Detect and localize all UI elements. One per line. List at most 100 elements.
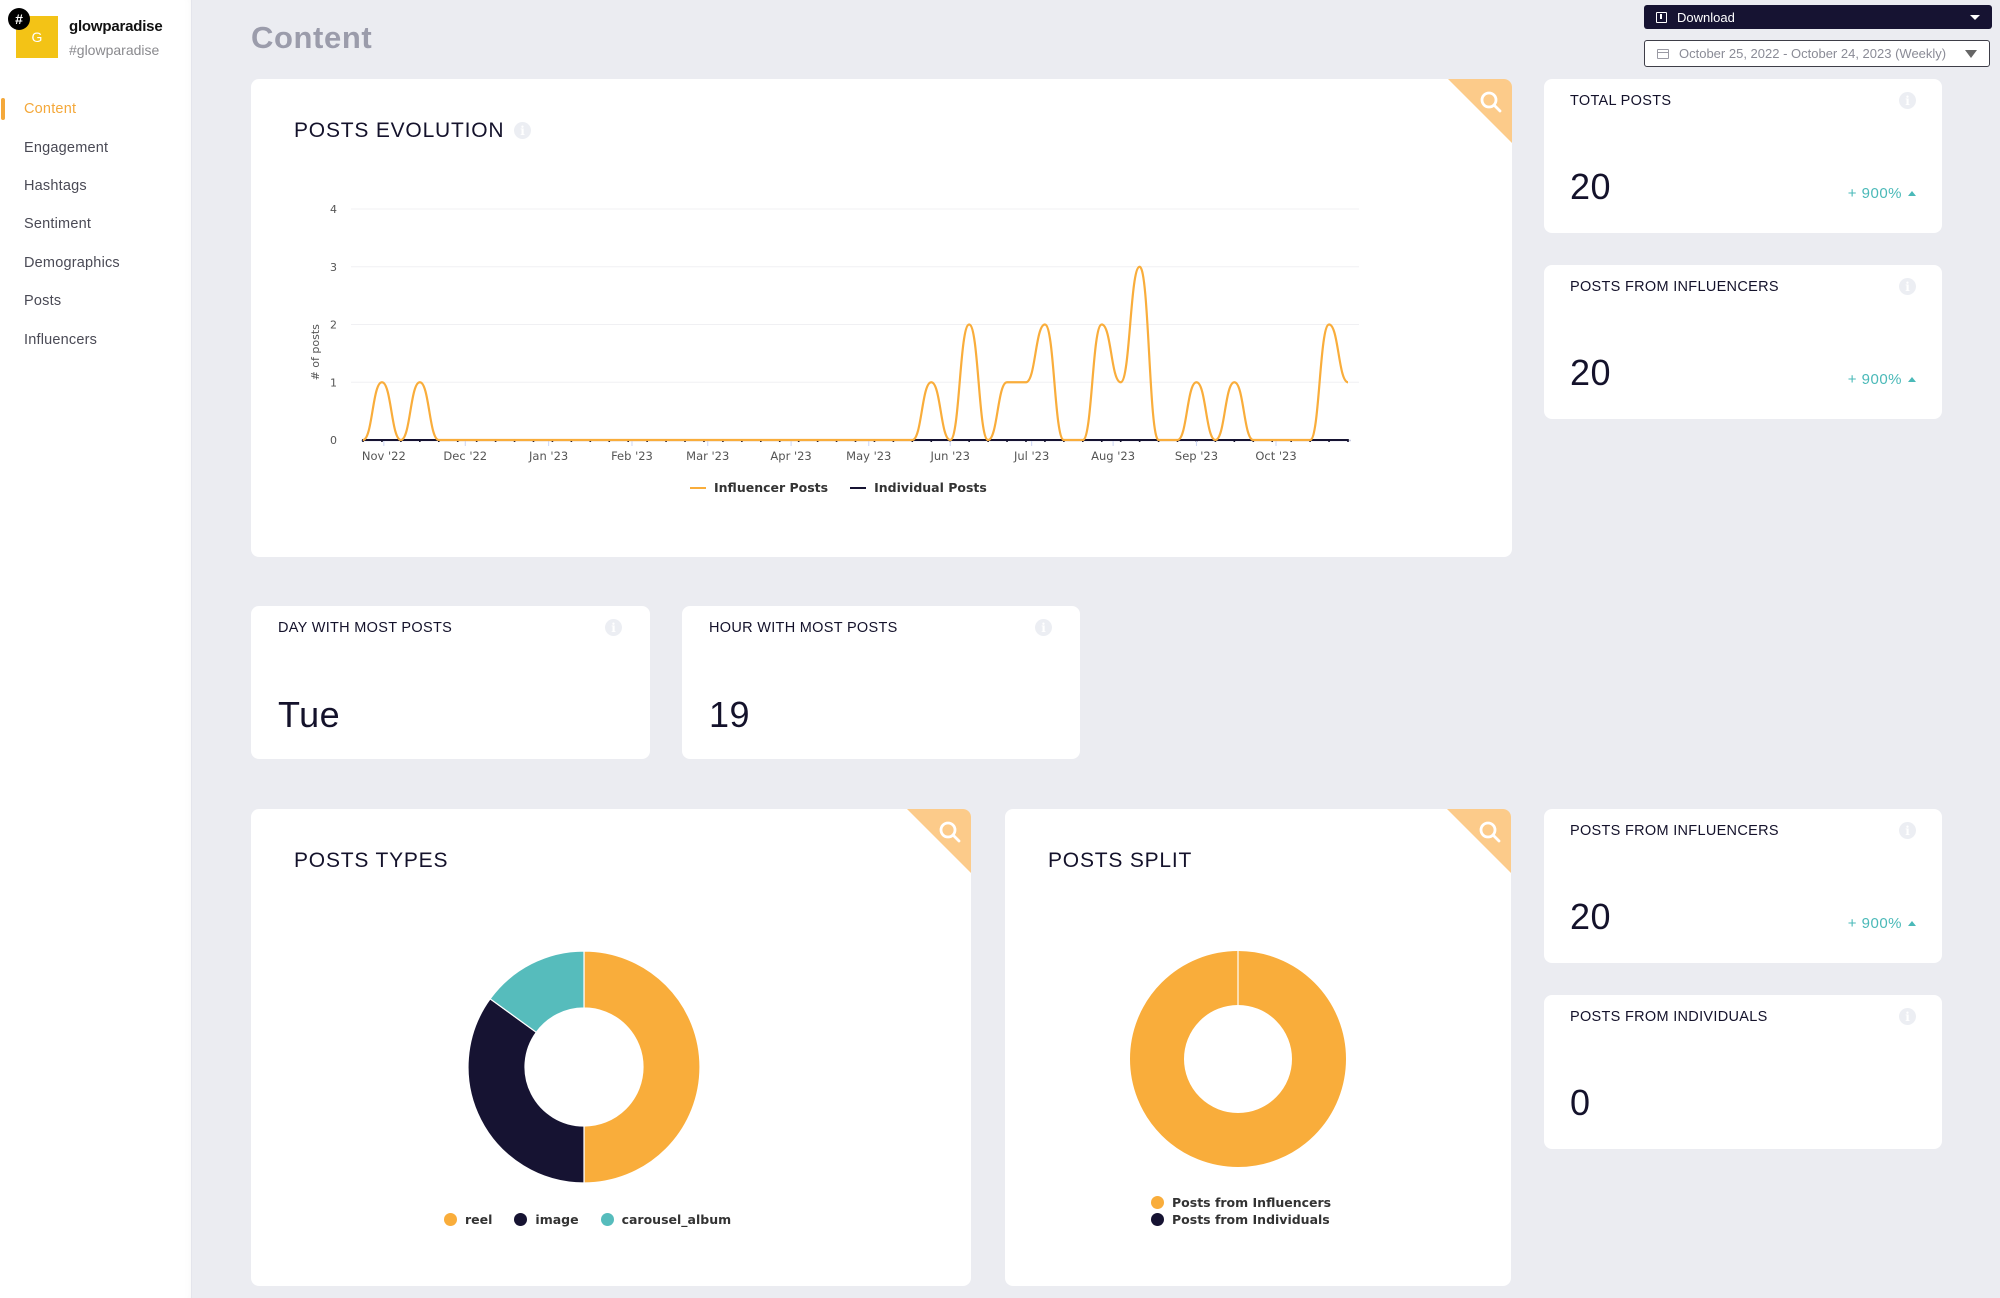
legend-label: Posts from Influencers: [1172, 1195, 1332, 1210]
sidebar-item-engagement[interactable]: Engagement: [0, 128, 192, 166]
x-tick-label: Sep '23: [1175, 449, 1218, 463]
kpi-title: TOTAL POSTS: [1570, 93, 1672, 109]
kpi-change-value: + 900%: [1847, 915, 1902, 932]
kpi-change-value: + 900%: [1847, 371, 1902, 388]
info-icon[interactable]: i: [1035, 619, 1052, 636]
legend-swatch: [600, 1213, 614, 1226]
y-tick-label: 2: [330, 319, 337, 332]
kpi-value: 20: [1570, 166, 1612, 207]
kpi-title: POSTS FROM INFLUENCERS: [1570, 279, 1779, 295]
info-icon[interactable]: i: [1899, 92, 1916, 109]
sidebar-item-content[interactable]: Content: [0, 90, 192, 128]
kpi-value: 19: [709, 694, 751, 735]
sidebar-item-hashtags[interactable]: Hashtags: [0, 167, 192, 205]
kpi-title: DAY WITH MOST POSTS: [278, 620, 453, 636]
chart-legend: Posts from Influencers Posts from Indivi…: [1151, 1195, 1331, 1227]
kpi-card-posts-from-individuals: POSTS FROM INDIVIDUALS i 0: [1544, 995, 1942, 1149]
legend-swatch: [850, 486, 867, 489]
info-icon[interactable]: i: [1899, 1008, 1916, 1025]
kpi-change: + 900%: [1848, 915, 1916, 932]
kpi-title: HOUR WITH MOST POSTS: [709, 620, 898, 636]
legend-label: image: [535, 1212, 579, 1227]
hashtag-badge-icon: #: [8, 8, 30, 30]
legend-label: Individual Posts: [874, 480, 987, 495]
legend-item-posts-from-influencers[interactable]: Posts from Influencers: [1151, 1195, 1331, 1210]
kpi-card-hour-most-posts: HOUR WITH MOST POSTS i 19: [682, 606, 1080, 759]
kpi-change-value: + 900%: [1847, 185, 1902, 202]
chevron-down-icon: [1965, 49, 1977, 58]
x-tick-label: Jun '23: [930, 449, 970, 463]
legend-swatch: [1151, 1196, 1164, 1209]
sidebar-nav: Content Engagement Hashtags Sentiment De…: [0, 90, 192, 359]
legend-label: Influencer Posts: [714, 480, 829, 495]
download-button[interactable]: Download: [1644, 5, 1992, 29]
page-title: Content: [251, 20, 373, 55]
x-tick-label: Dec '22: [443, 449, 487, 463]
legend-item-image[interactable]: image: [514, 1212, 579, 1227]
sidebar: G # glowparadise #glowparadise Content E…: [0, 0, 192, 1298]
x-tick-label: Nov '22: [362, 449, 406, 463]
arrow-up-icon: [1908, 191, 1916, 196]
kpi-card-total-posts: TOTAL POSTS i 20 + 900%: [1544, 79, 1942, 233]
x-tick-label: Jan '23: [528, 449, 568, 463]
y-tick-label: 4: [330, 203, 337, 216]
chevron-down-icon: [1970, 14, 1980, 20]
x-tick-label: Apr '23: [770, 449, 811, 463]
posts-split-card: POSTS SPLIT Posts from Influencers Posts…: [1005, 809, 1511, 1286]
kpi-value: Tue: [278, 694, 341, 735]
kpi-value: 20: [1570, 352, 1612, 393]
kpi-value: 20: [1570, 896, 1612, 937]
series-line-influencer-posts: [362, 265, 1349, 442]
download-icon: [1656, 11, 1667, 23]
legend-item-posts-from-individuals[interactable]: Posts from Individuals: [1151, 1212, 1331, 1227]
x-tick-label: Feb '23: [611, 449, 653, 463]
x-tick-label: Aug '23: [1091, 449, 1135, 463]
legend-item-individual-posts[interactable]: Individual Posts: [850, 480, 987, 495]
arrow-up-icon: [1908, 921, 1916, 926]
kpi-title: POSTS FROM INDIVIDUALS: [1570, 1009, 1768, 1025]
x-tick-label: Oct '23: [1255, 449, 1296, 463]
legend-label: Posts from Individuals: [1172, 1212, 1330, 1227]
sidebar-item-posts[interactable]: Posts: [0, 282, 192, 320]
y-axis-label: # of posts: [309, 324, 322, 381]
sidebar-item-demographics[interactable]: Demographics: [0, 244, 192, 282]
sidebar-item-sentiment[interactable]: Sentiment: [0, 205, 192, 243]
date-range-value: October 25, 2022 - October 24, 2023 (Wee…: [1679, 46, 1947, 61]
brand-header: G # glowparadise #glowparadise: [8, 8, 194, 74]
kpi-card-day-most-posts: DAY WITH MOST POSTS i Tue: [251, 606, 650, 759]
legend-label: reel: [465, 1212, 493, 1227]
chart-legend: Influencer Posts Individual Posts: [690, 480, 987, 495]
donut-slice-image: [467, 997, 585, 1184]
x-tick-label: May '23: [846, 449, 891, 463]
brand-name: glowparadise: [69, 18, 163, 35]
legend-item-carousel-album[interactable]: carousel_album: [600, 1212, 732, 1227]
kpi-change: + 900%: [1848, 185, 1916, 202]
donut-slice-reel: [583, 950, 701, 1184]
download-label: Download: [1677, 9, 1735, 25]
chart-legend: reel image carousel_album: [444, 1212, 731, 1227]
sidebar-item-influencers[interactable]: Influencers: [0, 320, 192, 358]
posts-types-card: POSTS TYPES reel image carousel_album: [251, 809, 971, 1286]
y-tick-label: 1: [330, 376, 337, 389]
legend-swatch: [514, 1213, 528, 1226]
kpi-change: + 900%: [1848, 371, 1916, 388]
avatar-letter: G: [31, 29, 43, 45]
kpi-card-posts-from-influencers: POSTS FROM INFLUENCERS i 20 + 900%: [1544, 265, 1942, 419]
legend-swatch: [1151, 1213, 1164, 1226]
arrow-up-icon: [1908, 377, 1916, 382]
legend-swatch: [444, 1213, 457, 1226]
legend-label: carousel_album: [621, 1212, 732, 1227]
y-tick-label: 0: [330, 434, 337, 447]
x-tick-label: Mar '23: [686, 449, 729, 463]
info-icon[interactable]: i: [1899, 822, 1916, 839]
kpi-title: POSTS FROM INFLUENCERS: [1570, 823, 1779, 839]
info-icon[interactable]: i: [605, 619, 622, 636]
info-icon[interactable]: i: [1899, 278, 1916, 295]
kpi-card-posts-from-influencers-2: POSTS FROM INFLUENCERS i 20 + 900%: [1544, 809, 1942, 963]
x-tick-label: Jul '23: [1013, 449, 1049, 463]
legend-item-influencer-posts[interactable]: Influencer Posts: [690, 480, 828, 495]
legend-item-reel[interactable]: reel: [444, 1212, 492, 1227]
posts-evolution-card: POSTS EVOLUTION i 0 1 2 3 4 # of posts Nov '22…: [251, 79, 1512, 557]
date-range-select[interactable]: October 25, 2022 - October 24, 2023 (Wee…: [1644, 40, 1990, 67]
brand-handle: #glowparadise: [69, 42, 160, 58]
